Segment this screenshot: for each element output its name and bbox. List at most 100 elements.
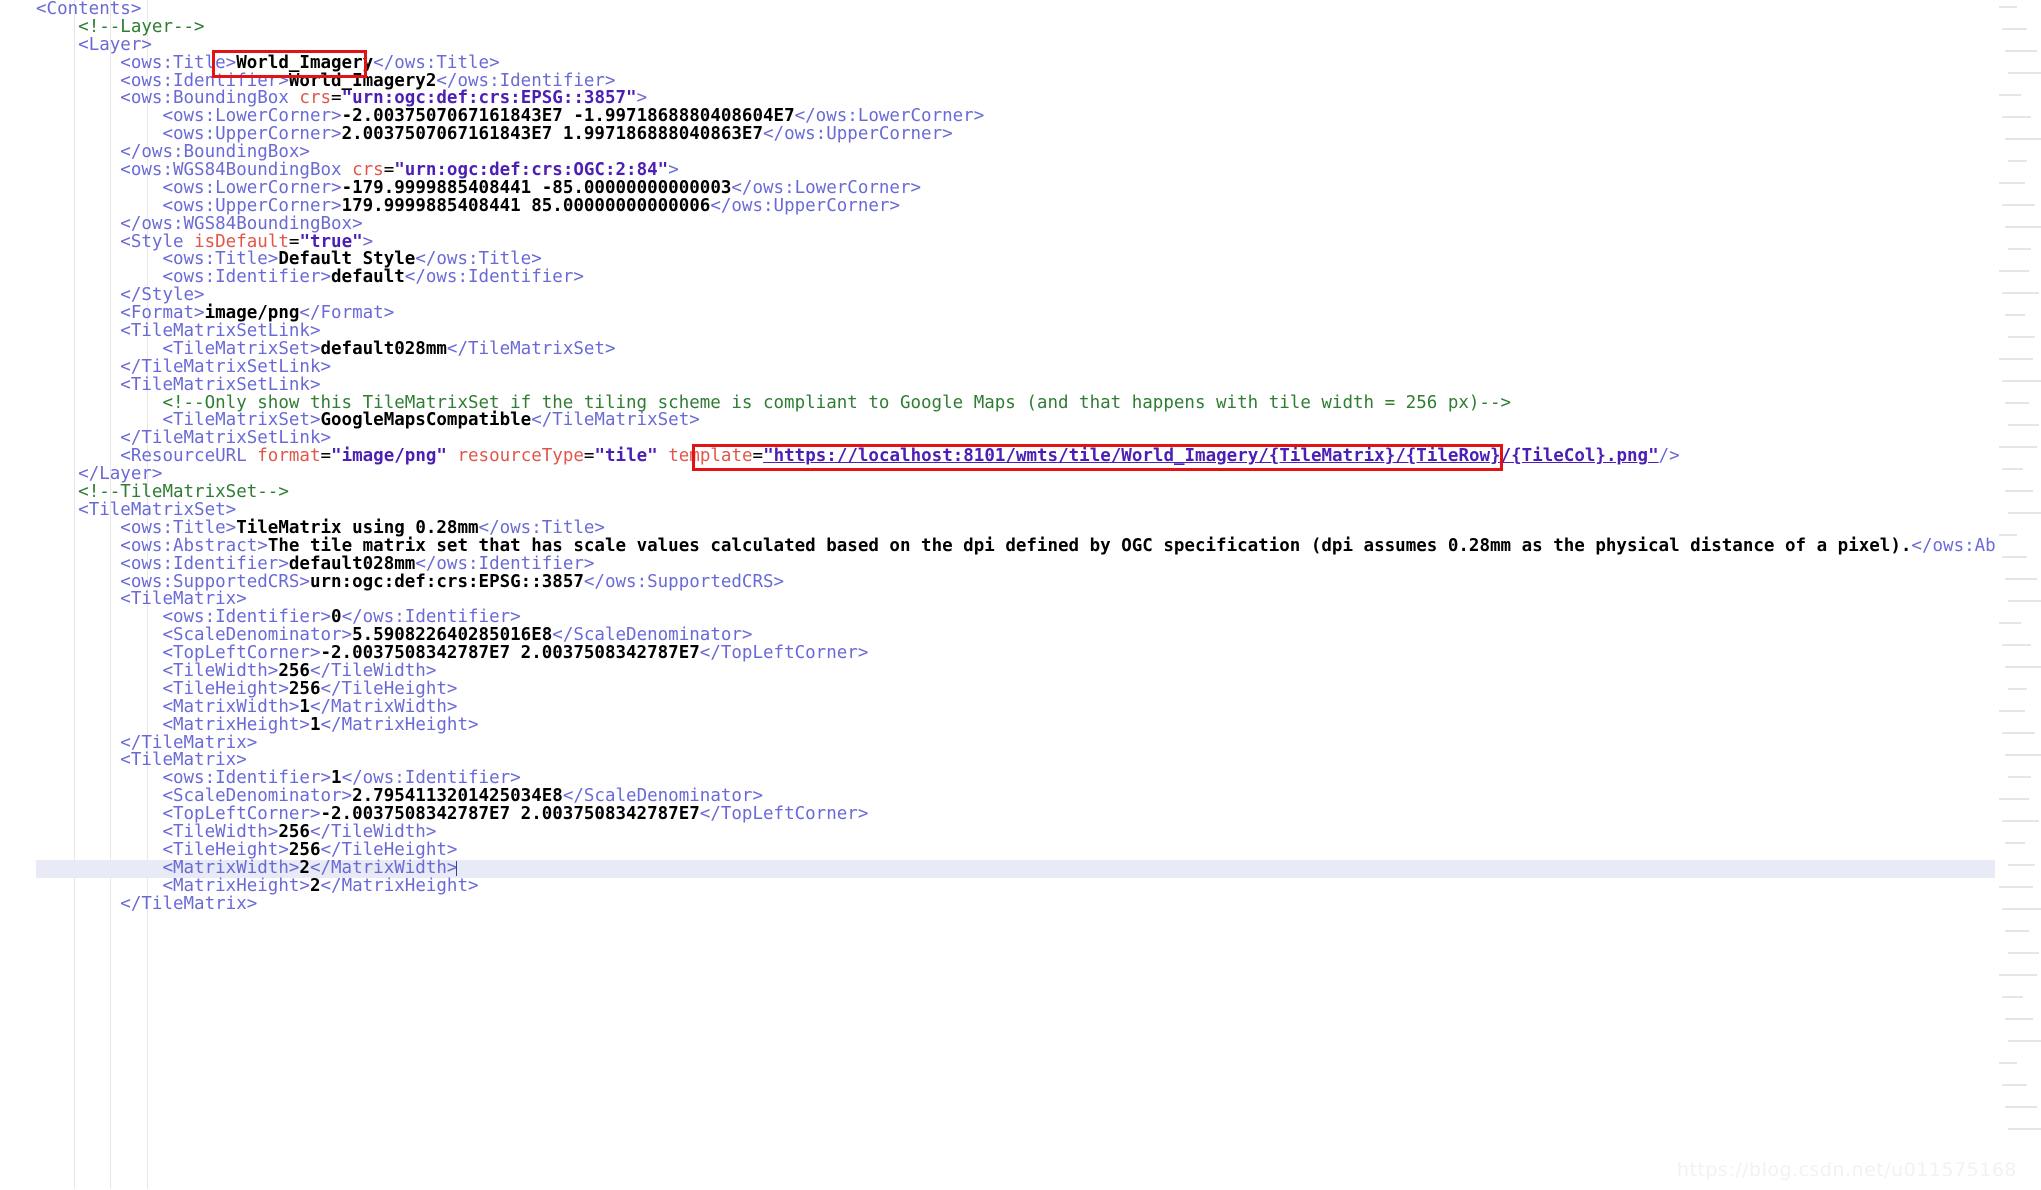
- code-token: </TopLeftCorner>: [699, 804, 869, 825]
- minimap-row: [1999, 182, 2025, 184]
- code-token: urn:ogc:def:crs:EPSG::3857: [309, 571, 584, 592]
- minimap-row: [2008, 952, 2039, 954]
- minimap-row: [1999, 446, 2037, 448]
- minimap-row: [2002, 380, 2041, 382]
- minimap-row: [2008, 1128, 2041, 1130]
- minimap-row: [2002, 204, 2035, 206]
- code-line[interactable]: </TileMatrix>: [36, 734, 1996, 753]
- minimap-row: [2008, 512, 2041, 514]
- minimap-row: [2005, 930, 2029, 932]
- minimap-row: [2005, 666, 2041, 668]
- minimap-row: [2008, 776, 2031, 778]
- minimap-row: [2002, 644, 2031, 646]
- code-line[interactable]: <MatrixHeight>1</MatrixHeight>: [36, 714, 1996, 735]
- minimap-row: [1999, 534, 2017, 536]
- code-token: </ows:SupportedCRS>: [583, 571, 785, 592]
- minimap-row: [2008, 600, 2041, 602]
- code-line[interactable]: <ows:UpperCorner>2.0037507067161843E7 1.…: [36, 124, 1996, 145]
- code-token: "tile": [594, 446, 658, 467]
- minimap-row: [2005, 842, 2025, 844]
- code-token: </TileMatrixSet>: [531, 410, 700, 431]
- code-token: </TileMatrix>: [120, 893, 258, 914]
- text-caret: [456, 860, 458, 876]
- minimap-row: [1999, 798, 2029, 800]
- code-token: </TileMatrixSet>: [446, 338, 616, 359]
- minimap-row: [2005, 490, 2033, 492]
- minimap-row: [2002, 556, 2027, 558]
- code-token: />: [1658, 446, 1680, 467]
- minimap-row: [1999, 974, 2037, 976]
- code-editor[interactable]: <Contents> <!--Layer--> <Layer> <ows:Tit…: [0, 0, 2041, 1189]
- minimap-row: [2008, 688, 2027, 690]
- code-token: =: [320, 446, 332, 467]
- code-token: "https://localhost:8101/wmts/tile/World_…: [763, 446, 1659, 467]
- code-token: 1: [309, 714, 321, 735]
- minimap-row: [2005, 402, 2029, 404]
- code-line[interactable]: <ows:Identifier>default</ows:Identifier>: [36, 267, 1996, 288]
- editor-minimap[interactable]: [1995, 0, 2041, 1189]
- minimap-row: [2002, 1084, 2027, 1086]
- minimap-row: [2008, 864, 2035, 866]
- code-token: GoogleMapsCompatible: [320, 410, 532, 431]
- minimap-row: [2005, 578, 2037, 580]
- code-line[interactable]: <MatrixHeight>2</MatrixHeight>: [36, 875, 1996, 896]
- code-content[interactable]: <Contents> <!--Layer--> <Layer> <ows:Tit…: [36, 0, 1996, 1190]
- minimap-row: [2005, 314, 2025, 316]
- minimap-row: [1999, 270, 2029, 272]
- code-token: </MatrixHeight>: [320, 875, 479, 896]
- code-token: 2.0037507067161843E7 1.997186888040863E7: [341, 124, 763, 145]
- minimap-row: [2002, 820, 2039, 822]
- code-line[interactable]: <!--TileMatrixSet-->: [36, 483, 1996, 502]
- minimap-row: [1999, 94, 2021, 96]
- minimap-row: [2008, 160, 2027, 162]
- minimap-row: [2008, 1040, 2041, 1042]
- code-token: =: [752, 446, 764, 467]
- minimap-row: [2002, 908, 2041, 910]
- minimap-row: [1999, 886, 2033, 888]
- minimap-row: [2005, 1106, 2037, 1108]
- code-token: 2: [309, 875, 321, 896]
- minimap-row: [1999, 6, 2017, 8]
- watermark: https://blog.csdn.net/u011575168: [1676, 1159, 2017, 1181]
- minimap-row: [2002, 468, 2023, 470]
- minimap-row: [2005, 226, 2041, 228]
- code-token: </ows:UpperCorner>: [710, 195, 900, 216]
- code-token: "image/png": [331, 446, 447, 467]
- minimap-row: [1999, 1062, 2017, 1064]
- minimap-row: [2008, 424, 2039, 426]
- code-token: default: [331, 267, 405, 288]
- code-token: </TopLeftCorner>: [699, 643, 869, 664]
- code-token: </ows:UpperCorner>: [763, 124, 953, 145]
- code-token: </MatrixHeight>: [320, 714, 479, 735]
- code-line[interactable]: </TileMatrixSetLink>: [36, 358, 1996, 377]
- code-line[interactable]: <ows:SupportedCRS>urn:ogc:def:crs:EPSG::…: [36, 571, 1996, 592]
- code-line[interactable]: <!--Layer-->: [36, 18, 1996, 37]
- code-line[interactable]: </Layer>: [36, 465, 1996, 484]
- minimap-row: [2005, 138, 2041, 140]
- minimap-row: [2008, 248, 2031, 250]
- code-token: format: [257, 446, 321, 467]
- editor-gutter: [0, 0, 36, 1189]
- minimap-row: [2005, 754, 2041, 756]
- minimap-row: [1999, 358, 2033, 360]
- minimap-row: [2002, 292, 2039, 294]
- minimap-row: [2002, 732, 2035, 734]
- minimap-row: [2008, 336, 2035, 338]
- code-line[interactable]: <Format>image/png</Format>: [36, 304, 1996, 323]
- code-token: =: [583, 446, 595, 467]
- code-token: template: [668, 446, 753, 467]
- minimap-row: [2005, 50, 2037, 52]
- minimap-row: [2005, 1018, 2033, 1020]
- minimap-row: [1999, 622, 2021, 624]
- code-token: 179.9999885408441 85.00000000000006: [341, 195, 711, 216]
- code-token: </ows:Identifier>: [404, 267, 584, 288]
- minimap-row: [2008, 72, 2041, 74]
- code-line[interactable]: <Contents>: [36, 0, 1996, 19]
- minimap-row: [2002, 996, 2023, 998]
- code-line[interactable]: <ResourceURL format="image/png" resource…: [36, 446, 1996, 467]
- minimap-row: [1999, 710, 2025, 712]
- minimap-row: [2002, 28, 2027, 30]
- code-line[interactable]: </TileMatrix>: [36, 893, 1996, 914]
